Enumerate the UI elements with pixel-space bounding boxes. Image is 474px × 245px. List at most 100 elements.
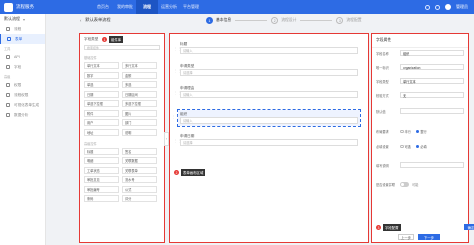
prev-step-button[interactable]: 上一步 xyxy=(398,234,414,240)
component-item[interactable]: 条码 xyxy=(84,195,119,202)
sidebar-item[interactable]: API xyxy=(0,52,45,62)
component-item[interactable]: 单选 xyxy=(84,81,119,88)
component-item[interactable]: 评分 xyxy=(122,195,157,202)
form-field-input[interactable]: 请输入 xyxy=(180,117,358,124)
component-item[interactable]: 日期区间 xyxy=(122,90,157,98)
component-item[interactable]: 流水号 xyxy=(122,176,157,183)
form-field[interactable]: ⋮⋮ 申请类型 请选择 xyxy=(174,64,358,76)
prop-label: 校验方式 xyxy=(376,93,389,98)
component-item[interactable]: 单行文本 xyxy=(84,62,119,69)
step-2[interactable]: 2 流程设计 xyxy=(271,17,296,24)
component-item[interactable]: 多选下拉框 xyxy=(122,100,157,107)
sidebar-item[interactable]: 表单 xyxy=(0,34,45,44)
field-name-input[interactable]: 组织 xyxy=(400,50,464,56)
sidebar-header[interactable]: 默认流程 ▾ xyxy=(0,14,45,24)
sidebar-item[interactable]: 可视化表单生成 xyxy=(0,100,45,110)
component-item[interactable]: 金额 xyxy=(122,71,157,79)
search-icon[interactable] xyxy=(425,4,430,10)
component-item[interactable]: 附件 xyxy=(84,109,119,117)
component-item[interactable]: 说明 xyxy=(122,128,157,136)
radio-required[interactable]: 必填 xyxy=(415,144,427,149)
component-item[interactable]: 地址 xyxy=(84,128,119,136)
drag-handle-icon[interactable]: ⋮⋮ xyxy=(174,47,181,51)
nav-item-platform[interactable]: 平台管理 xyxy=(180,0,202,14)
radio-label: 半行 xyxy=(404,130,411,134)
radio-full-row[interactable]: 整行 xyxy=(415,129,427,134)
default-value-input[interactable] xyxy=(400,108,464,114)
component-item[interactable]: 日期 xyxy=(84,90,119,98)
component-item[interactable]: 标题 xyxy=(84,147,119,155)
radio-half-row[interactable]: 半行 xyxy=(400,129,411,134)
step-indicator: 1 基本信息 2 流程设计 3 流程配置 xyxy=(206,17,362,24)
component-item[interactable]: 签名 xyxy=(122,147,157,155)
user-name[interactable]: 管理员 xyxy=(456,4,468,10)
nav-item-my-approval[interactable]: 我的审批 xyxy=(114,0,136,14)
form-field[interactable]: ⋮⋮ 组织 请输入 xyxy=(172,109,361,127)
drag-handle-icon[interactable]: ⋮⋮ xyxy=(174,91,181,95)
component-item[interactable]: 审批意见 xyxy=(84,176,119,183)
sidebar-item-label: 工具 xyxy=(4,46,11,51)
nav-item-process[interactable]: 流程 xyxy=(136,0,158,14)
sidebar-item[interactable]: 流程 xyxy=(0,24,45,34)
confirm-button[interactable]: 确定 xyxy=(464,224,474,230)
collapse-handle[interactable]: ‹ xyxy=(164,132,169,146)
nav-item-analytics[interactable]: 运营分析 xyxy=(158,0,180,14)
radio-dot xyxy=(400,144,404,149)
prop-check-mode: 校验方式 无 xyxy=(376,92,464,98)
form-field-input[interactable]: 请选择 xyxy=(180,139,358,146)
step-3[interactable]: 3 流程配置 xyxy=(336,17,362,24)
component-item[interactable]: 用户 xyxy=(84,119,119,126)
form-field[interactable]: ⋮⋮ 申请日期 请选择 xyxy=(174,134,358,146)
component-item[interactable]: 部门 xyxy=(122,119,157,126)
form-field[interactable]: ⋮⋮ 标题 请输入 xyxy=(174,42,358,54)
component-item[interactable]: 公式 xyxy=(122,185,157,193)
form-field-input[interactable]: 请输入 xyxy=(180,47,358,54)
field-type-select[interactable]: 单行文本 xyxy=(400,78,464,84)
step-connector xyxy=(235,20,268,21)
sidebar-item[interactable]: 流程权限 xyxy=(0,90,45,100)
field-properties-panel: 字段属性 字段名称 组织 唯一标识 organization 字段类型 单行文本… xyxy=(371,33,474,243)
step-2-label: 流程设计 xyxy=(281,18,297,22)
prop-field-type: 字段类型 单行文本 xyxy=(376,78,464,84)
component-item[interactable]: 单选下拉框 xyxy=(84,100,119,107)
radio-dot xyxy=(415,144,420,149)
component-item[interactable]: 图片 xyxy=(122,109,157,117)
form-field-input[interactable]: 请输入 xyxy=(180,91,358,98)
component-item[interactable]: 工单状态 xyxy=(84,166,119,174)
component-item[interactable]: 审批编号 xyxy=(84,185,119,193)
drag-handle-icon[interactable]: ⋮⋮ xyxy=(172,115,179,119)
sidebar-item-label: 字段 xyxy=(14,64,22,69)
show-toggle[interactable] xyxy=(400,182,409,187)
radio-label: 整行 xyxy=(420,130,427,134)
component-item[interactable]: 关联数据 xyxy=(122,157,157,164)
sidebar-item[interactable]: 字段 xyxy=(0,62,45,72)
check-mode-select[interactable]: 无 xyxy=(400,92,464,98)
back-icon[interactable]: ‹ xyxy=(80,18,81,23)
step-1[interactable]: 1 基本信息 xyxy=(206,17,231,24)
sidebar-group-label: 高级 xyxy=(0,72,45,80)
step-3-number: 3 xyxy=(336,17,344,24)
sidebar-item[interactable]: 权限 xyxy=(0,80,45,90)
callout-label: 字段配置 xyxy=(383,224,401,231)
field-id-input[interactable]: organization xyxy=(400,64,464,70)
avatar[interactable] xyxy=(445,4,451,10)
hint-input[interactable] xyxy=(400,162,464,168)
component-item[interactable]: 数字 xyxy=(84,71,119,79)
drag-handle-icon[interactable]: ⋮⋮ xyxy=(174,139,181,143)
form-field-input[interactable]: 请选择 xyxy=(180,69,358,76)
component-item[interactable]: 明细 xyxy=(84,157,119,164)
form-field[interactable]: ⋮⋮ 申请理由 请输入 xyxy=(174,86,358,98)
radio-optional[interactable]: 可选 xyxy=(400,144,411,149)
drag-handle-icon[interactable]: ⋮⋮ xyxy=(174,69,181,73)
bell-icon[interactable] xyxy=(435,4,440,10)
next-step-button[interactable]: 下一步 xyxy=(418,234,440,240)
component-item[interactable]: 关联表单 xyxy=(122,166,157,174)
component-item[interactable]: 多行文本 xyxy=(122,62,157,69)
nav-item-home[interactable]: 首页台 xyxy=(92,0,114,14)
component-item[interactable]: 多选 xyxy=(122,81,157,88)
menu-icon xyxy=(6,103,10,107)
top-nav: 首页台 我的审批 流程 运营分析 平台管理 xyxy=(92,0,202,14)
component-search-input[interactable]: 搜索控件 xyxy=(84,45,160,50)
step-connector xyxy=(300,20,333,21)
sidebar-item[interactable]: 数据分析 xyxy=(0,110,45,120)
